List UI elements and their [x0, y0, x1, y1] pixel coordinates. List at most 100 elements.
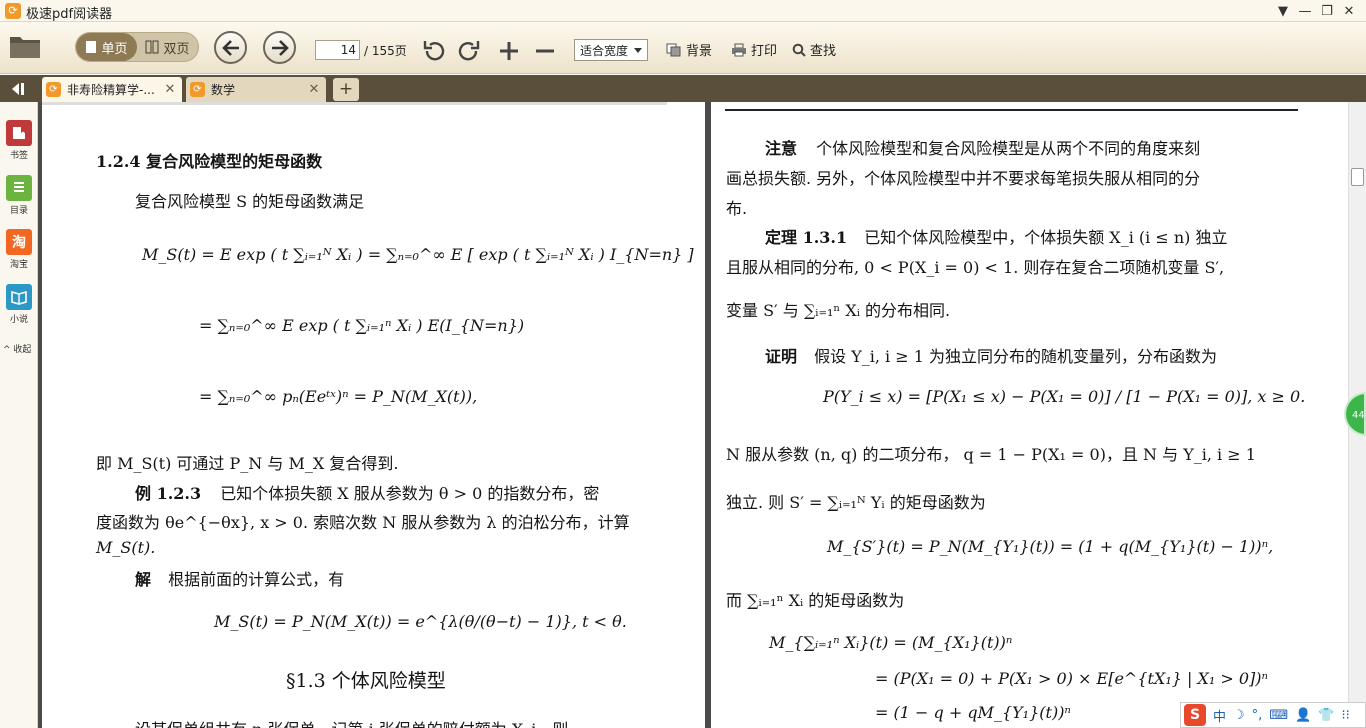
sidebar-collapse-label: 收起 — [13, 345, 32, 355]
keyboard-icon[interactable]: ⌨ — [1269, 708, 1288, 723]
tab-close-icon[interactable]: ✕ — [306, 82, 322, 97]
paragraph: 即 M_S(t) 可通过 P_N 与 M_X 复合得到. — [96, 454, 399, 473]
next-page-button[interactable] — [263, 31, 296, 64]
zoom-in-button[interactable] — [498, 40, 520, 66]
taobao-icon: 淘 — [6, 229, 32, 255]
paragraph: 度函数为 θe^{−θx}, x > 0. 索赔次数 N 服从参数为 λ 的泊松… — [96, 513, 630, 532]
example-label: 例 1.2.3 — [135, 484, 202, 503]
collapse-left-icon — [12, 82, 24, 95]
solution-text: 根据前面的计算公式，有 — [168, 570, 345, 589]
paragraph: 布. — [726, 199, 748, 218]
tab-document-2[interactable]: ⟳ 数学 ✕ — [186, 77, 326, 102]
new-tab-button[interactable]: + — [333, 78, 359, 101]
chevron-up-icon: ^ — [3, 345, 11, 355]
sidebar: 书签 目录 淘 淘宝 小说 ^ 收起 — [0, 102, 38, 728]
ime-language[interactable]: 中 — [1213, 706, 1226, 725]
background-button[interactable]: 背景 — [666, 40, 712, 59]
tab-bar: ⟳ 非寿险精算学-... ✕ ⟳ 数学 ✕ + — [0, 75, 1366, 102]
print-button[interactable]: 打印 — [731, 40, 777, 59]
theorem-text: 已知个体风险模型中，个体损失额 X_i (i ≤ n) 独立 — [864, 228, 1228, 247]
open-folder-icon[interactable] — [9, 34, 41, 59]
pdf-tab-icon: ⟳ — [46, 82, 61, 97]
single-page-button[interactable]: 单页 — [76, 33, 137, 61]
close-button[interactable]: ✕ — [1338, 4, 1360, 19]
punctuation-icon[interactable]: °, — [1252, 708, 1263, 723]
document-view[interactable]: 1.2.4 复合风险模型的矩母函数 复合风险模型 S 的矩母函数满足 M_S(t… — [38, 102, 1348, 728]
menu-dropdown-icon[interactable]: ▼ — [1272, 4, 1294, 19]
scrollbar-thumb[interactable] — [1351, 168, 1364, 186]
double-page-label: 双页 — [163, 41, 190, 57]
background-icon — [666, 43, 681, 56]
skin-icon[interactable]: 👕 — [1318, 708, 1334, 723]
toc-icon — [6, 175, 32, 201]
example-text: 已知个体损失额 X 服从参数为 θ > 0 的指数分布，密 — [220, 484, 600, 503]
note-text: 个体风险模型和复合风险模型是从两个不同的角度来刻 — [816, 139, 1201, 158]
search-button[interactable]: 查找 — [792, 40, 836, 59]
equation: M_S(t) = P_N(M_X(t)) = e^{λ(θ/(θ−t) − 1)… — [214, 612, 627, 631]
sidebar-item-novel[interactable]: 小说 — [0, 284, 38, 325]
sogou-logo-icon: S — [1184, 704, 1206, 726]
plus-icon — [500, 42, 518, 60]
page-number-input[interactable] — [315, 40, 360, 60]
rotate-right-icon — [458, 41, 480, 61]
equation: M_S(t) = E exp ( t ∑ᵢ₌₁ᴺ Xᵢ ) = ∑ₙ₌₀^∞ E… — [142, 245, 694, 264]
proof-paragraph: 证明 假设 Y_i, i ≥ 1 为独立同分布的随机变量列，分布函数为 — [765, 343, 1217, 367]
example-paragraph: 例 1.2.3 已知个体损失额 X 服从参数为 θ > 0 的指数分布，密 — [135, 480, 599, 504]
theorem-paragraph: 定理 1.3.1 已知个体风险模型中，个体损失额 X_i (i ≤ n) 独立 — [765, 224, 1227, 248]
sidebar-item-bookmarks[interactable]: 书签 — [0, 120, 38, 161]
sidebar-item-taobao[interactable]: 淘 淘宝 — [0, 229, 38, 270]
sidebar-collapse-button[interactable]: ^ 收起 — [3, 342, 31, 355]
rotate-right-button[interactable] — [457, 40, 481, 66]
single-page-icon — [86, 41, 97, 53]
title-bar: ⟳ 极速pdf阅读器 ▼ — ❐ ✕ — [0, 0, 1366, 22]
chevron-down-icon — [634, 48, 642, 53]
note-paragraph: 注意 个体风险模型和复合风险模型是从两个不同的角度来刻 — [765, 135, 1200, 159]
bookmark-icon — [6, 120, 32, 146]
printer-icon — [732, 43, 746, 56]
tab-close-icon[interactable]: ✕ — [162, 82, 178, 97]
ime-toolbar[interactable]: S 中 ☽ °, ⌨ 👤 👕 ⁝⁝ — [1180, 702, 1366, 728]
grid-icon[interactable]: ⁝⁝ — [1341, 708, 1349, 723]
restore-button[interactable]: ❐ — [1316, 4, 1338, 19]
window-controls: ▼ — ❐ ✕ — [1272, 0, 1360, 22]
rotate-left-icon — [423, 41, 445, 61]
zoom-select[interactable]: 适合宽度 — [574, 39, 648, 61]
equation: = (P(X₁ = 0) + P(X₁ > 0) × E[e^{tX₁} | X… — [875, 669, 1268, 688]
equation: = ∑ₙ₌₀^∞ E exp ( t ∑ᵢ₌₁ⁿ Xᵢ ) E(I_{N=n}) — [199, 316, 525, 335]
pdf-page-right: 注意 个体风险模型和复合风险模型是从两个不同的角度来刻 画总损失额. 另外，个体… — [711, 102, 1348, 728]
proof-text: 假设 Y_i, i ≥ 1 为独立同分布的随机变量列，分布函数为 — [814, 347, 1218, 366]
window-title: 极速pdf阅读器 — [26, 7, 113, 22]
equation: M_{S′}(t) = P_N(M_{Y₁}(t)) = (1 + q(M_{Y… — [827, 537, 1274, 556]
page-total: / 155页 — [364, 44, 407, 58]
arrow-right-icon — [271, 39, 289, 56]
sidebar-item-toc[interactable]: 目录 — [0, 175, 38, 216]
pdf-page-left: 1.2.4 复合风险模型的矩母函数 复合风险模型 S 的矩母函数满足 M_S(t… — [42, 102, 705, 728]
solution-label: 解 — [135, 570, 152, 589]
app-logo-icon: ⟳ — [5, 3, 21, 19]
rotate-left-button[interactable] — [422, 40, 446, 66]
paragraph: 复合风险模型 S 的矩母函数满足 — [135, 192, 365, 211]
sidebar-toggle-button[interactable] — [0, 75, 38, 102]
equation: M_{∑ᵢ₌₁ⁿ Xᵢ}(t) = (M_{X₁}(t))ⁿ — [769, 633, 1013, 652]
minimize-button[interactable]: — — [1294, 4, 1316, 19]
paragraph: 设某保单组共有 n 张保单，记第 i 张保单的赔付额为 X_i，则 — [135, 716, 568, 728]
tab-document-1[interactable]: ⟳ 非寿险精算学-... ✕ — [42, 77, 182, 102]
paragraph: 独立. 则 S′ = ∑ᵢ₌₁ᴺ Yᵢ 的矩母函数为 — [726, 493, 986, 512]
print-label: 打印 — [751, 44, 778, 59]
single-page-label: 单页 — [101, 41, 128, 57]
search-label: 查找 — [810, 44, 837, 59]
prev-page-button[interactable] — [214, 31, 247, 64]
zoom-out-button[interactable] — [534, 40, 556, 66]
moon-icon[interactable]: ☽ — [1233, 708, 1245, 723]
user-icon[interactable]: 👤 — [1295, 708, 1311, 723]
background-label: 背景 — [686, 44, 713, 59]
tab-label: 数学 — [211, 83, 236, 97]
view-mode-toggle: 单页 双页 — [75, 32, 199, 62]
equation: P(Y_i ≤ x) = [P(X₁ ≤ x) − P(X₁ = 0)] / [… — [823, 387, 1306, 406]
minus-icon — [536, 49, 554, 53]
search-icon — [792, 43, 806, 57]
solution-paragraph: 解 根据前面的计算公式，有 — [135, 566, 344, 590]
double-page-button[interactable]: 双页 — [137, 33, 198, 61]
paragraph: 画总损失额. 另外，个体风险模型中并不要求每笔损失服从相同的分 — [726, 169, 1201, 188]
toolbar: 单页 双页 / 155页 适合宽度 背景 打印 查找 — [0, 22, 1366, 74]
